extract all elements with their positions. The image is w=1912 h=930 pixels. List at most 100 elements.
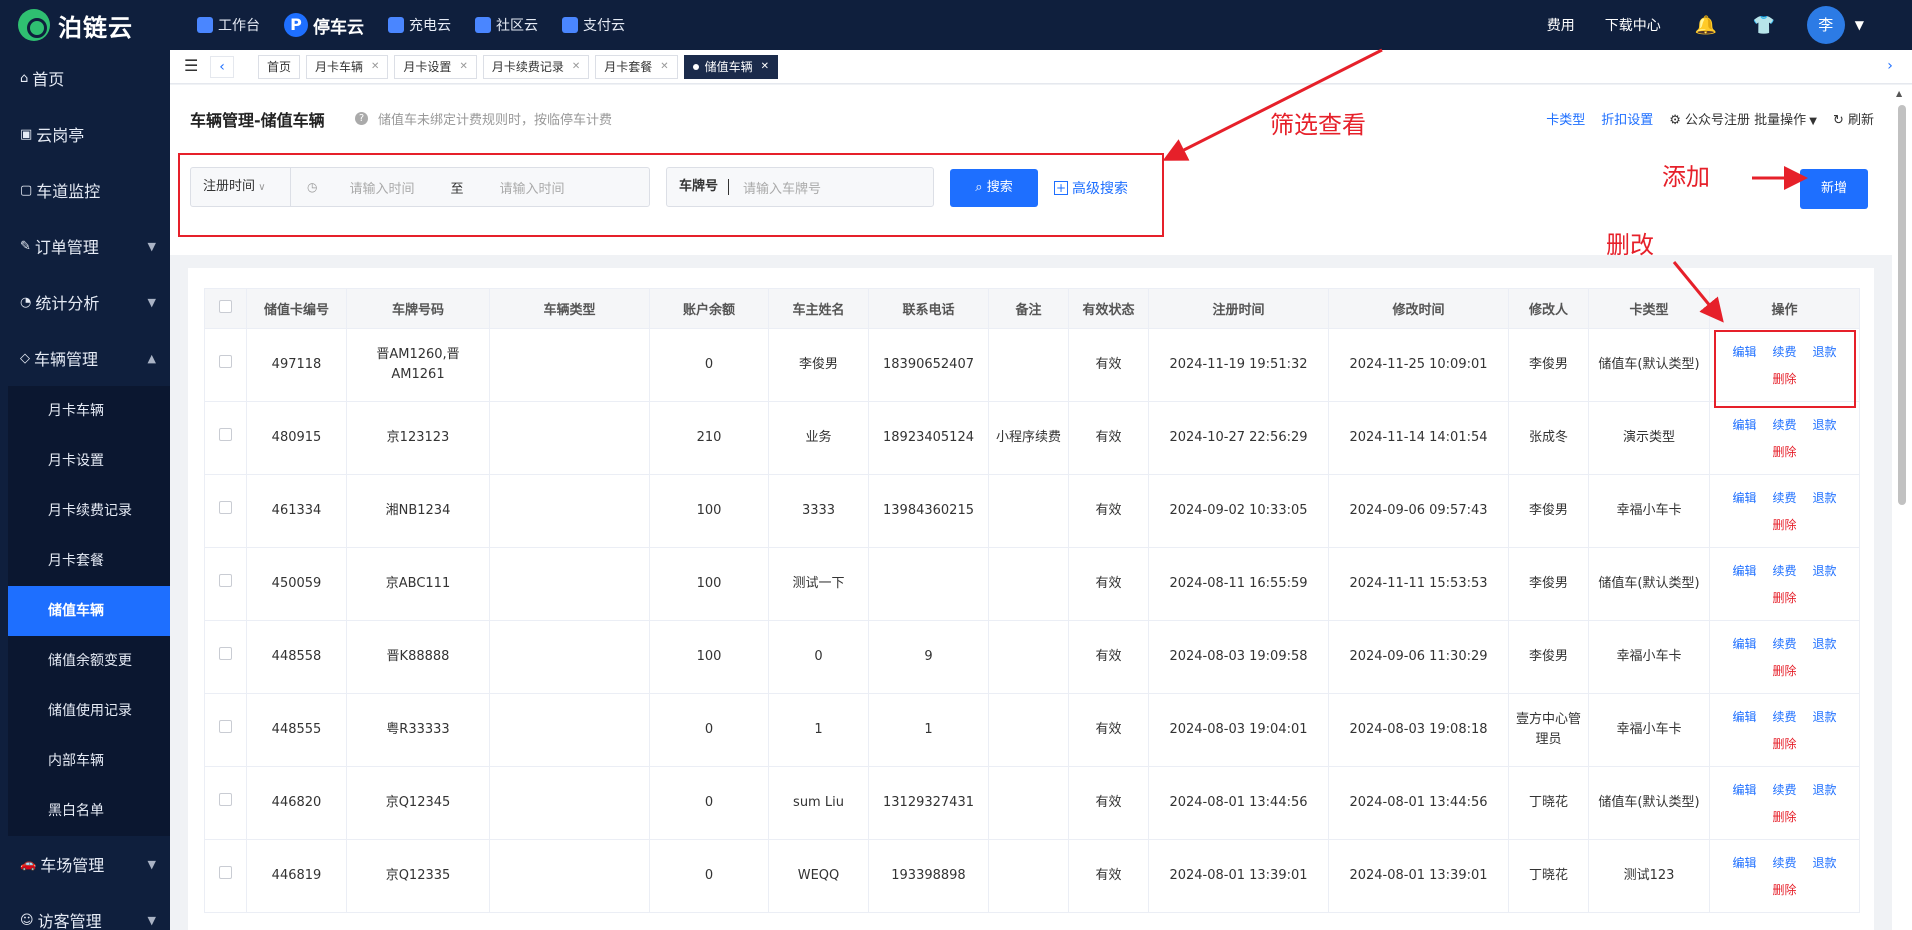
logo[interactable]: 泊链云 <box>18 8 133 42</box>
edit-link[interactable]: 编辑 <box>1732 710 1756 724</box>
tab-home[interactable]: 首页 <box>258 55 301 79</box>
edit-link[interactable]: 编辑 <box>1732 564 1756 578</box>
delete-link[interactable]: 删除 <box>1772 442 1796 462</box>
download-center-link[interactable]: 下载中心 <box>1605 15 1661 35</box>
start-time-input[interactable]: 请输入时间 <box>349 178 414 197</box>
edit-link[interactable]: 编辑 <box>1732 637 1756 651</box>
close-icon[interactable]: ✕ <box>371 56 379 78</box>
tab-monthly-renewals[interactable]: 月卡续费记录 ✕ <box>482 55 590 79</box>
avatar[interactable]: 李 <box>1806 6 1845 44</box>
end-time-input[interactable]: 请输入时间 <box>500 178 565 197</box>
tab-stored-value-vehicles[interactable]: 储值车辆 ✕ <box>683 55 779 79</box>
sidebar-item-visitors[interactable]: ☺ 访客管理 ▼ <box>0 892 170 930</box>
checkbox[interactable] <box>219 647 232 660</box>
question-icon[interactable]: ? <box>355 112 368 125</box>
refund-link[interactable]: 退款 <box>1813 637 1837 651</box>
advanced-search-link[interactable]: + 高级搜索 <box>1054 178 1128 198</box>
scrollbar-thumb[interactable] <box>1898 105 1906 505</box>
row-select[interactable] <box>204 766 247 840</box>
tab-monthly-settings[interactable]: 月卡设置 ✕ <box>394 55 477 79</box>
row-select[interactable] <box>204 401 247 475</box>
delete-link[interactable]: 删除 <box>1772 880 1796 900</box>
vertical-scrollbar[interactable]: ▲ <box>1892 85 1912 930</box>
submenu-balance-changes[interactable]: 储值余额变更 <box>8 636 170 686</box>
edit-link[interactable]: 编辑 <box>1732 783 1756 797</box>
sidebar-item-orders[interactable]: ✎ 订单管理 ▼ <box>0 218 170 274</box>
submenu-stored-value-vehicles[interactable]: 储值车辆 <box>8 586 170 636</box>
sidebar-item-vehicles[interactable]: ◇ 车辆管理 ▲ <box>0 330 170 386</box>
row-select[interactable] <box>204 620 247 694</box>
submenu-monthly-packages[interactable]: 月卡套餐 <box>8 536 170 586</box>
sidebar-item-stats[interactable]: ◔ 统计分析 ▼ <box>0 274 170 330</box>
fees-link[interactable]: 费用 <box>1547 15 1575 35</box>
edit-link[interactable]: 编辑 <box>1732 418 1756 432</box>
tab-monthly-packages[interactable]: 月卡套餐 ✕ <box>595 55 678 79</box>
close-icon[interactable]: ✕ <box>459 56 467 78</box>
sidebar-item-parking[interactable]: 🚗 车场管理 ▼ <box>0 836 170 892</box>
close-icon[interactable]: ✕ <box>660 56 668 78</box>
close-icon[interactable]: ✕ <box>572 56 580 78</box>
submenu-monthly-vehicles[interactable]: 月卡车辆 <box>8 386 170 436</box>
delete-link[interactable]: 删除 <box>1772 515 1796 535</box>
close-icon[interactable]: ✕ <box>761 56 769 78</box>
delete-link[interactable]: 删除 <box>1772 588 1796 608</box>
refund-link[interactable]: 退款 <box>1813 564 1837 578</box>
nav-community-cloud[interactable]: 社区云 <box>463 0 550 50</box>
checkbox[interactable] <box>219 866 232 879</box>
delete-link[interactable]: 删除 <box>1772 807 1796 827</box>
submenu-black-white-list[interactable]: 黑白名单 <box>8 786 170 836</box>
renew-link[interactable]: 续费 <box>1772 710 1796 724</box>
scroll-up-icon[interactable]: ▲ <box>1896 89 1902 98</box>
wechat-register-link[interactable]: ⚙ 公众号注册 <box>1669 109 1750 128</box>
sidebar-item-lane-monitor[interactable]: ▢ 车道监控 <box>0 162 170 218</box>
checkbox[interactable] <box>219 355 232 368</box>
refund-link[interactable]: 退款 <box>1813 856 1837 870</box>
search-button[interactable]: ⌕ 搜索 <box>950 169 1038 207</box>
row-select[interactable] <box>204 693 247 767</box>
batch-operations-dropdown[interactable]: 批量操作 ▼ <box>1754 109 1817 128</box>
sidebar-item-home[interactable]: ⌂ 首页 <box>0 50 170 106</box>
refund-link[interactable]: 退款 <box>1813 418 1837 432</box>
renew-link[interactable]: 续费 <box>1772 856 1796 870</box>
edit-link[interactable]: 编辑 <box>1732 491 1756 505</box>
refund-link[interactable]: 退款 <box>1813 491 1837 505</box>
row-select[interactable] <box>204 328 247 402</box>
renew-link[interactable]: 续费 <box>1772 418 1796 432</box>
submenu-usage-records[interactable]: 储值使用记录 <box>8 686 170 736</box>
checkbox[interactable] <box>219 720 232 733</box>
renew-link[interactable]: 续费 <box>1772 783 1796 797</box>
date-type-select[interactable]: 注册时间 ∨ <box>191 168 291 206</box>
row-select[interactable] <box>204 839 247 913</box>
sidebar-item-cloud-booth[interactable]: ▣ 云岗亭 <box>0 106 170 162</box>
card-type-link[interactable]: 卡类型 <box>1546 109 1585 128</box>
add-button[interactable]: 新增 <box>1800 169 1868 209</box>
edit-link[interactable]: 编辑 <box>1732 856 1756 870</box>
refund-link[interactable]: 退款 <box>1813 710 1837 724</box>
discount-settings-link[interactable]: 折扣设置 <box>1601 109 1653 128</box>
header-select-all[interactable] <box>204 288 247 329</box>
submenu-internal-vehicles[interactable]: 内部车辆 <box>8 736 170 786</box>
checkbox[interactable] <box>219 501 232 514</box>
checkbox[interactable] <box>219 428 232 441</box>
checkbox[interactable] <box>219 300 232 313</box>
row-select[interactable] <box>204 547 247 621</box>
refresh-button[interactable]: ↻ 刷新 <box>1833 109 1874 128</box>
checkbox[interactable] <box>219 574 232 587</box>
menu-toggle-icon[interactable]: ☰ <box>184 58 198 74</box>
row-select[interactable] <box>204 474 247 548</box>
renew-link[interactable]: 续费 <box>1772 564 1796 578</box>
bell-icon[interactable]: 🔔 <box>1691 15 1721 36</box>
tab-monthly-vehicles[interactable]: 月卡车辆 ✕ <box>306 55 389 79</box>
submenu-monthly-settings[interactable]: 月卡设置 <box>8 436 170 486</box>
submenu-monthly-renewals[interactable]: 月卡续费记录 <box>8 486 170 536</box>
checkbox[interactable] <box>219 793 232 806</box>
delete-link[interactable]: 删除 <box>1772 661 1796 681</box>
nav-payment-cloud[interactable]: 支付云 <box>550 0 637 50</box>
renew-link[interactable]: 续费 <box>1772 491 1796 505</box>
renew-link[interactable]: 续费 <box>1772 637 1796 651</box>
shirt-icon[interactable]: 👕 <box>1749 15 1779 36</box>
plate-input[interactable]: 请输入车牌号 <box>743 178 821 197</box>
refund-link[interactable]: 退款 <box>1813 783 1837 797</box>
delete-link[interactable]: 删除 <box>1772 734 1796 754</box>
tab-scroll-right-icon[interactable]: › <box>1878 56 1902 78</box>
